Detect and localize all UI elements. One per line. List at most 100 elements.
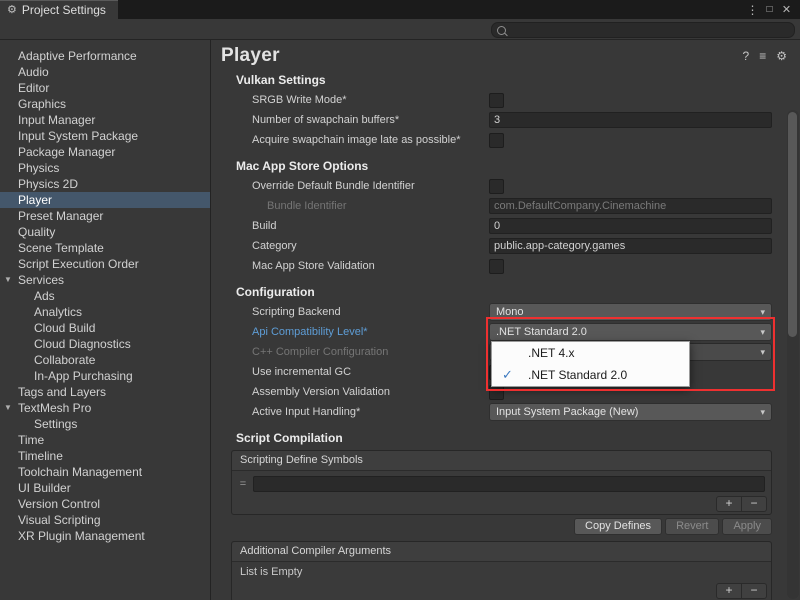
- sidebar-item-adaptive-performance[interactable]: Adaptive Performance: [0, 48, 210, 64]
- scrollbar[interactable]: [787, 110, 799, 599]
- dropdown-value: .NET Standard 2.0: [496, 326, 587, 338]
- sidebar-item-label: Time: [18, 433, 44, 447]
- sidebar-item-textmesh-pro[interactable]: ▼TextMesh Pro: [0, 400, 210, 416]
- button-apply[interactable]: Apply: [722, 518, 772, 535]
- sidebar-item-quality[interactable]: Quality: [0, 224, 210, 240]
- sidebar-item-label: Editor: [18, 81, 49, 95]
- remove-define-button[interactable]: −: [741, 497, 766, 511]
- sidebar-item-input-manager[interactable]: Input Manager: [0, 112, 210, 128]
- sidebar-item-xr-plugin-management[interactable]: XR Plugin Management: [0, 528, 210, 544]
- main-panel: Player ? ≡ ⚙ Vulkan SettingsSRGB Write M…: [211, 40, 800, 600]
- close-icon[interactable]: ✕: [778, 3, 795, 16]
- search-input[interactable]: [510, 24, 789, 36]
- sidebar-item-label: Adaptive Performance: [18, 49, 137, 63]
- sidebar-item-physics-2d[interactable]: Physics 2D: [0, 176, 210, 192]
- define-symbol-input[interactable]: [253, 476, 765, 492]
- sidebar-item-graphics[interactable]: Graphics: [0, 96, 210, 112]
- sidebar-item-analytics[interactable]: Analytics: [0, 304, 210, 320]
- row-value: [489, 259, 772, 274]
- foldout-open-icon[interactable]: ▼: [4, 400, 12, 416]
- project-settings-tab[interactable]: ⚙ Project Settings: [0, 0, 118, 19]
- sidebar-item-services[interactable]: ▼ Services: [0, 272, 210, 288]
- dropdown-active-input-handling[interactable]: Input System Package (New)▾: [489, 403, 772, 421]
- button-copy-defines[interactable]: Copy Defines: [574, 518, 662, 535]
- menu-item-net-standard-2-0[interactable]: ✓.NET Standard 2.0: [492, 364, 689, 386]
- checkbox-srgb-write-mode[interactable]: [489, 93, 504, 108]
- sidebar-item-scene-template[interactable]: Scene Template: [0, 240, 210, 256]
- search-icon: [497, 26, 506, 35]
- foldout-open-icon[interactable]: ▼: [4, 272, 12, 288]
- row-label: Assembly Version Validation: [252, 386, 489, 398]
- sidebar-item-preset-manager[interactable]: Preset Manager: [0, 208, 210, 224]
- dropdown-api-compatibility-level[interactable]: .NET Standard 2.0▾: [489, 323, 772, 341]
- checkbox-mac-app-store-validation[interactable]: [489, 259, 504, 274]
- field-bundle-identifier[interactable]: [489, 198, 772, 214]
- row-label: Override Default Bundle Identifier: [252, 180, 489, 192]
- row-label: Active Input Handling*: [252, 406, 489, 418]
- row-srgb-write-mode: SRGB Write Mode*: [211, 90, 800, 110]
- compiler-args-footer: + −: [232, 582, 771, 600]
- remove-compiler-arg-button[interactable]: −: [741, 584, 766, 598]
- sidebar-item-cloud-build[interactable]: Cloud Build: [0, 320, 210, 336]
- sidebar-item-collaborate[interactable]: Collaborate: [0, 352, 210, 368]
- sidebar-item-version-control[interactable]: Version Control: [0, 496, 210, 512]
- row-label: Acquire swapchain image late as possible…: [252, 134, 489, 146]
- sidebar-item-visual-scripting[interactable]: Visual Scripting: [0, 512, 210, 528]
- sidebar-item-toolchain-management[interactable]: Toolchain Management: [0, 464, 210, 480]
- field-number-of-swapchain-buffers[interactable]: [489, 112, 772, 128]
- main-header: Player ? ≡ ⚙: [211, 40, 800, 68]
- sidebar-item-label: Version Control: [18, 497, 100, 511]
- sidebar-item-editor[interactable]: Editor: [0, 80, 210, 96]
- window-menu-kebab-icon[interactable]: ⋮: [744, 3, 761, 17]
- sidebar-item-input-system-package[interactable]: Input System Package: [0, 128, 210, 144]
- row-value: Input System Package (New)▾: [489, 403, 772, 421]
- sidebar-item-label: XR Plugin Management: [18, 529, 145, 543]
- scrollbar-thumb[interactable]: [788, 112, 797, 337]
- sidebar-item-ui-builder[interactable]: UI Builder: [0, 480, 210, 496]
- field-build[interactable]: [489, 218, 772, 234]
- sidebar-item-label: Toolchain Management: [18, 465, 142, 479]
- checkbox-override-default-bundle-identifier[interactable]: [489, 179, 504, 194]
- sidebar-item-label: Services: [18, 273, 64, 287]
- sidebar-item-tags-and-layers[interactable]: Tags and Layers: [0, 384, 210, 400]
- gear-icon: ⚙: [7, 3, 17, 16]
- sidebar-item-cloud-diagnostics[interactable]: Cloud Diagnostics: [0, 336, 210, 352]
- field-category[interactable]: [489, 238, 772, 254]
- titlebar-spacer: [118, 0, 744, 19]
- sidebar-item-physics[interactable]: Physics: [0, 160, 210, 176]
- row-value: [489, 218, 772, 234]
- drag-handle-icon[interactable]: =: [238, 478, 248, 490]
- menu-item-label: .NET 4.x: [528, 346, 574, 360]
- help-icon[interactable]: ?: [743, 49, 750, 63]
- sidebar-item-settings[interactable]: Settings: [0, 416, 210, 432]
- sidebar-item-timeline[interactable]: Timeline: [0, 448, 210, 464]
- sidebar-item-label: Collaborate: [34, 353, 95, 367]
- sidebar-item-time[interactable]: Time: [0, 432, 210, 448]
- button-revert[interactable]: Revert: [665, 518, 719, 535]
- gear-icon[interactable]: ⚙: [776, 49, 787, 63]
- checkbox-acquire-swapchain-image-late-as-possible[interactable]: [489, 133, 504, 148]
- dropdown-scripting-backend[interactable]: Mono▾: [489, 303, 772, 321]
- presets-icon[interactable]: ≡: [759, 49, 766, 63]
- row-value: [489, 112, 772, 128]
- row-label: SRGB Write Mode*: [252, 94, 489, 106]
- additional-compiler-arguments-box: Additional Compiler Arguments List is Em…: [231, 541, 772, 600]
- scripting-define-symbols-box: Scripting Define Symbols = + −: [231, 450, 772, 515]
- sidebar-item-player[interactable]: Player: [0, 192, 210, 208]
- sidebar-item-ads[interactable]: Ads: [0, 288, 210, 304]
- row-build: Build: [211, 216, 800, 236]
- sidebar-item-label: Script Execution Order: [18, 257, 139, 271]
- sidebar-item-audio[interactable]: Audio: [0, 64, 210, 80]
- menu-item-label: .NET Standard 2.0: [528, 368, 627, 382]
- sidebar-item-label: Settings: [34, 417, 77, 431]
- sidebar-item-in-app-purchasing[interactable]: In-App Purchasing: [0, 368, 210, 384]
- menu-item-net-4-x[interactable]: .NET 4.x: [492, 342, 689, 364]
- sidebar-item-label: Physics 2D: [18, 177, 78, 191]
- add-compiler-arg-button[interactable]: +: [717, 584, 741, 598]
- sidebar-item-script-execution-order[interactable]: Script Execution Order: [0, 256, 210, 272]
- add-define-button[interactable]: +: [717, 497, 741, 511]
- sidebar: Adaptive PerformanceAudioEditorGraphicsI…: [0, 40, 211, 600]
- search-box[interactable]: [491, 22, 795, 38]
- maximize-icon[interactable]: □: [761, 4, 778, 15]
- sidebar-item-package-manager[interactable]: Package Manager: [0, 144, 210, 160]
